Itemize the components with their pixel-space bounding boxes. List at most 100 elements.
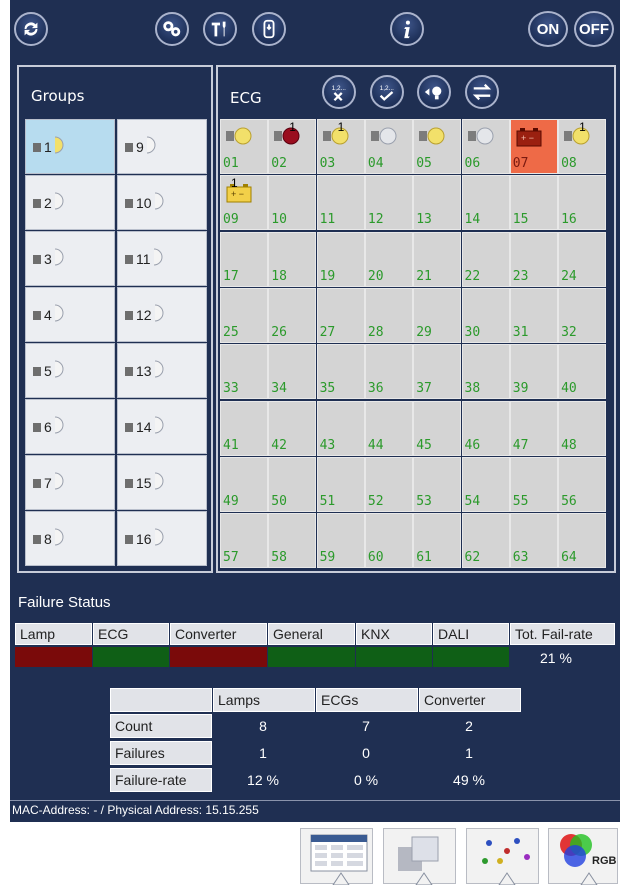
ecg-cell-10[interactable]: 10 [268, 175, 317, 231]
group-bulb-icon [153, 415, 165, 438]
ecg-cell-27[interactable]: 27 [316, 287, 365, 343]
ecg-cell-43[interactable]: 43 [316, 400, 365, 456]
scene-view-button[interactable] [466, 828, 539, 886]
ecg-cell-61[interactable]: 61 [413, 513, 462, 569]
confirm-numbering-button[interactable]: 1,2... [370, 75, 404, 109]
ecg-cell-58[interactable]: 58 [268, 513, 317, 569]
settings-button[interactable] [155, 12, 189, 46]
group-6[interactable]: 6 [25, 399, 115, 454]
group-7[interactable]: 7 [25, 455, 115, 510]
group-15[interactable]: 15 [117, 455, 207, 510]
ecg-cell-number: 08 [561, 156, 577, 171]
tools-button[interactable] [203, 12, 237, 46]
ecg-cell-54[interactable]: 54 [461, 456, 510, 512]
ecg-cell-04[interactable]: 04 [364, 119, 413, 174]
ecg-cell-59[interactable]: 59 [316, 513, 365, 569]
ecg-cell-17[interactable]: 17 [220, 231, 268, 287]
ecg-cell-56[interactable]: 56 [558, 456, 607, 512]
ecg-cell-12[interactable]: 12 [364, 175, 413, 231]
ecg-cell-25[interactable]: 25 [220, 287, 268, 343]
ecg-cell-64[interactable]: 64 [558, 513, 607, 569]
ecg-cell-30[interactable]: 30 [461, 287, 510, 343]
grid-view-button[interactable] [300, 828, 373, 886]
ecg-cell-20[interactable]: 20 [364, 231, 413, 287]
ecg-cell-40[interactable]: 40 [558, 344, 607, 400]
ecg-cell-31[interactable]: 31 [509, 287, 558, 343]
ecg-cell-51[interactable]: 51 [316, 456, 365, 512]
ecg-cell-01[interactable]: 01 [220, 119, 268, 174]
group-12[interactable]: 12 [117, 287, 207, 342]
ecg-cell-39[interactable]: 39 [509, 344, 558, 400]
group-lamp-icon [124, 252, 136, 266]
ecg-cell-44[interactable]: 44 [364, 400, 413, 456]
group-3[interactable]: 3 [25, 231, 115, 286]
ecg-cell-14[interactable]: 14 [461, 175, 510, 231]
ecg-cell-41[interactable]: 41 [220, 400, 268, 456]
refresh-button[interactable] [14, 12, 48, 46]
group-5[interactable]: 5 [25, 343, 115, 398]
ecg-cell-63[interactable]: 63 [509, 513, 558, 569]
ecg-cell-37[interactable]: 37 [413, 344, 462, 400]
ecg-cell-19[interactable]: 19 [316, 231, 365, 287]
ecg-cell-53[interactable]: 53 [413, 456, 462, 512]
ecg-cell-11[interactable]: 11 [316, 175, 365, 231]
ecg-cell-21[interactable]: 21 [413, 231, 462, 287]
group-10[interactable]: 10 [117, 175, 207, 230]
ecg-cell-33[interactable]: 33 [220, 344, 268, 400]
ecg-cell-62[interactable]: 62 [461, 513, 510, 569]
ecg-cell-24[interactable]: 24 [558, 231, 607, 287]
ecg-cell-60[interactable]: 60 [364, 513, 413, 569]
ecg-cell-29[interactable]: 29 [413, 287, 462, 343]
ecg-cell-46[interactable]: 46 [461, 400, 510, 456]
ecg-cell-36[interactable]: 36 [364, 344, 413, 400]
ecg-cell-07[interactable]: + − 07 [509, 119, 558, 174]
ecg-cell-18[interactable]: 18 [268, 231, 317, 287]
off-button[interactable]: OFF [574, 11, 614, 47]
swap-button[interactable] [465, 75, 499, 109]
ecg-cell-26[interactable]: 26 [268, 287, 317, 343]
group-4[interactable]: 4 [25, 287, 115, 342]
ecg-cell-42[interactable]: 42 [268, 400, 317, 456]
ecg-cell-32[interactable]: 32 [558, 287, 607, 343]
group-11[interactable]: 11 [117, 231, 207, 286]
ecg-cell-23[interactable]: 23 [509, 231, 558, 287]
ecg-cell-06[interactable]: 06 [461, 119, 510, 174]
group-8[interactable]: 8 [25, 511, 115, 566]
group-2[interactable]: 2 [25, 175, 115, 230]
group-14[interactable]: 14 [117, 399, 207, 454]
ecg-cell-34[interactable]: 34 [268, 344, 317, 400]
device-button[interactable] [252, 12, 286, 46]
ecg-cell-15[interactable]: 15 [509, 175, 558, 231]
ecg-cell-55[interactable]: 55 [509, 456, 558, 512]
ecg-cell-57[interactable]: 57 [220, 513, 268, 569]
ecg-cell-28[interactable]: 28 [364, 287, 413, 343]
ecg-cell-22[interactable]: 22 [461, 231, 510, 287]
ecg-cell-35[interactable]: 35 [316, 344, 365, 400]
ecg-cell-02[interactable]: 1 02 [268, 119, 317, 174]
group-9[interactable]: 9 [117, 119, 207, 174]
ecg-cell-50[interactable]: 50 [268, 456, 317, 512]
on-button[interactable]: ON [528, 11, 568, 47]
ecg-cell-05[interactable]: 05 [413, 119, 462, 174]
ecg-cell-38[interactable]: 38 [461, 344, 510, 400]
ecg-cell-number: 33 [223, 381, 239, 397]
info-button[interactable] [390, 12, 424, 46]
ecg-cell-03[interactable]: 1 03 [316, 119, 365, 174]
rgb-view-button[interactable]: RGB [548, 828, 618, 886]
group-1[interactable]: 1 [25, 119, 115, 174]
ecg-cell-08[interactable]: 1 08 [558, 119, 607, 174]
ecg-cell-45[interactable]: 45 [413, 400, 462, 456]
group-13[interactable]: 13 [117, 343, 207, 398]
clear-numbering-button[interactable]: 1,2... [322, 75, 356, 109]
ecg-cell-47[interactable]: 47 [509, 400, 558, 456]
group-lamp-icon [32, 420, 44, 434]
ecg-cell-09[interactable]: + −1 09 [220, 175, 268, 231]
group-16[interactable]: 16 [117, 511, 207, 566]
ecg-cell-48[interactable]: 48 [558, 400, 607, 456]
layers-view-button[interactable] [383, 828, 456, 886]
ecg-cell-52[interactable]: 52 [364, 456, 413, 512]
ecg-cell-16[interactable]: 16 [558, 175, 607, 231]
ecg-cell-49[interactable]: 49 [220, 456, 268, 512]
ecg-cell-13[interactable]: 13 [413, 175, 462, 231]
lamp-assign-button[interactable] [417, 75, 451, 109]
